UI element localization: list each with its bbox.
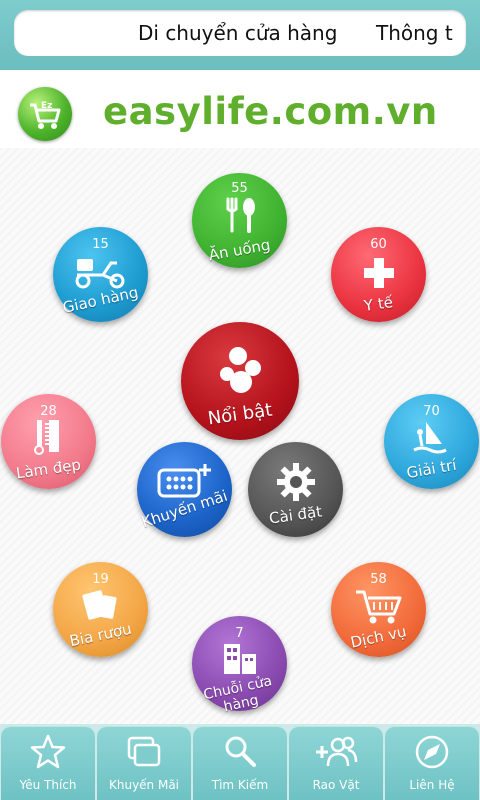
- tab-rao-vat[interactable]: Rao Vặt: [289, 726, 383, 800]
- category-label: Cài đặt: [267, 502, 324, 528]
- category-count: 28: [40, 404, 57, 419]
- category-count: 15: [92, 237, 109, 252]
- ticker-text-1: Di chuyển cửa hàng: [138, 21, 338, 45]
- tab-khuyen-mai[interactable]: Khuyến Mãi: [97, 726, 191, 800]
- tab-yeu-thich[interactable]: Yêu Thích: [1, 726, 95, 800]
- compass-icon: [415, 735, 449, 769]
- category-board: 55 Ăn uống 60 Y tế 15 Giao hàng Nổi bật …: [0, 148, 480, 724]
- category-cai-dat[interactable]: Cài đặt: [248, 442, 343, 537]
- site-title: easylife.com.vn: [103, 90, 438, 133]
- delivery-scooter-icon: [75, 259, 125, 289]
- category-y-te[interactable]: 60 Y tế: [331, 227, 426, 322]
- category-label: Ăn uống: [207, 235, 272, 265]
- category-giai-tri[interactable]: 70 Giải trí: [384, 394, 479, 489]
- tab-label: Tìm Kiếm: [211, 778, 269, 792]
- category-label: Nổi bật: [206, 399, 274, 430]
- logo-cart-icon[interactable]: Ez: [18, 87, 72, 141]
- category-label: Làm đẹp: [14, 455, 83, 483]
- medical-cross-icon: [364, 258, 394, 288]
- ticker-text-2: Thông t: [376, 21, 453, 45]
- header: Ez easylife.com.vn: [0, 70, 480, 148]
- category-label: Y tế: [362, 293, 395, 315]
- fork-spoon-icon: [226, 197, 255, 233]
- tab-label: Khuyến Mãi: [108, 778, 180, 792]
- category-giao-hang[interactable]: 15 Giao hàng: [53, 227, 148, 322]
- category-count: 58: [370, 572, 387, 587]
- category-label: Chuỗi cửa hàng: [202, 673, 274, 716]
- tab-lien-he[interactable]: Liên Hệ: [385, 726, 479, 800]
- category-an-uong[interactable]: 55 Ăn uống: [192, 173, 287, 268]
- tab-label: Yêu Thích: [19, 778, 77, 792]
- add-users-icon: [316, 736, 358, 767]
- category-count: 70: [423, 404, 440, 419]
- category-khuyen-mai[interactable]: Khuyến mãi: [137, 442, 232, 537]
- bubbles-icon: [220, 347, 261, 393]
- building-icon: [224, 644, 256, 674]
- category-count: 55: [231, 181, 248, 196]
- category-count: 19: [92, 572, 109, 587]
- category-bia-ruou[interactable]: 19 Bia rượu: [53, 562, 148, 657]
- tab-tim-kiem[interactable]: Tìm Kiếm: [193, 726, 287, 800]
- star-icon: [30, 734, 66, 769]
- category-chuoi-cua-hang[interactable]: 7 Chuỗi cửa hàng: [192, 616, 287, 715]
- beer-glass-icon: [82, 590, 117, 620]
- windsurf-icon: [413, 422, 447, 454]
- shopping-cart-icon: [356, 590, 402, 624]
- tab-label: Rao Vặt: [312, 778, 360, 792]
- gear-icon: [277, 463, 315, 501]
- news-ticker[interactable]: Di chuyển cửa hàng Thông t: [14, 10, 466, 56]
- tab-label: Liên Hệ: [409, 778, 455, 792]
- category-count: 7: [235, 626, 244, 641]
- category-lam-dep[interactable]: 28 Làm đẹp: [1, 394, 96, 489]
- bottom-nav: Yêu Thích Khuyến Mãi Tìm Kiếm Rao Vặt Li…: [0, 724, 480, 800]
- search-icon: [225, 736, 256, 767]
- top-bar: Di chuyển cửa hàng Thông t: [0, 0, 480, 70]
- category-label: Giải trí: [405, 455, 458, 483]
- svg-text:Ez: Ez: [41, 101, 52, 111]
- category-dich-vu[interactable]: 58 Dịch vụ: [331, 562, 426, 657]
- stacked-cards-icon: [127, 736, 161, 767]
- category-noi-bat[interactable]: Nổi bật: [181, 322, 299, 440]
- category-count: 60: [370, 237, 387, 252]
- scissors-comb-icon: [34, 420, 59, 455]
